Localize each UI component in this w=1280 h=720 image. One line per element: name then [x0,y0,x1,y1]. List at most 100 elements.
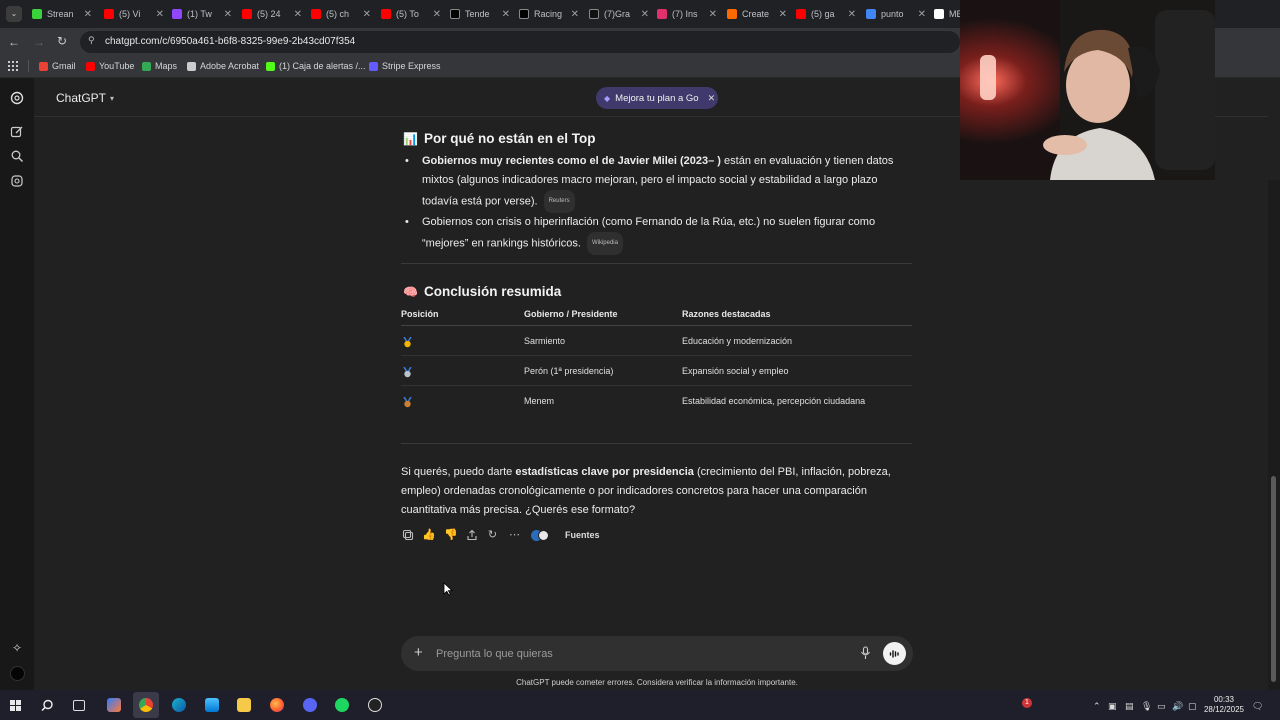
notifications-icon[interactable]: 🗨 [1252,701,1263,712]
close-tab-icon[interactable]: ✕ [848,9,856,20]
browser-tab[interactable]: (5) 24 ✕ [242,5,302,23]
bookmark-favicon-icon [369,61,378,71]
apps-grid-icon[interactable] [8,61,18,71]
site-info-icon[interactable]: ⚲ [88,35,95,46]
section-heading-conclusion: 🧠 Conclusión resumida [403,284,561,299]
copilot-icon[interactable] [107,698,121,712]
avatar[interactable] [10,666,25,681]
upgrade-pill[interactable]: ◆ Mejora tu plan a Go ✕ [596,87,718,109]
close-tab-icon[interactable]: ✕ [641,9,649,20]
bookmark-item[interactable]: Gmail [39,61,76,71]
store-icon[interactable] [205,698,219,712]
search-icon[interactable] [10,149,24,163]
tab-favicon-icon [589,9,599,19]
regenerate-icon[interactable]: ↻ [486,529,499,542]
tab-label: (5) ga [811,9,835,19]
browser-tab[interactable]: Tende ✕ [450,5,510,23]
close-tab-icon[interactable]: ✕ [294,9,302,20]
tray-chevron-icon[interactable]: ⌃ [1093,701,1101,712]
browser-tab[interactable]: (7)Gra ✕ [589,5,649,23]
firefox-icon[interactable] [270,698,284,712]
tab-favicon-icon [519,9,529,19]
microphone-icon[interactable] [860,646,871,665]
thumbs-down-icon[interactable]: 👎 [444,529,458,542]
bookmark-item[interactable]: YouTube [86,61,134,71]
browser-tab[interactable]: (5) ga ✕ [796,5,856,23]
browser-tab[interactable]: punto ✕ [866,5,926,23]
spotify-icon[interactable] [335,698,349,712]
close-tab-icon[interactable]: ✕ [433,9,441,20]
task-view-icon[interactable] [73,700,85,711]
close-tab-icon[interactable]: ✕ [224,9,232,20]
browser-tab[interactable]: (5) Vi ✕ [104,5,164,23]
sources-button[interactable]: Fuentes [565,530,600,540]
new-chat-icon[interactable] [10,125,24,139]
tray-display-icon[interactable]: ▭ [1157,701,1166,712]
browser-tab[interactable]: (5) To ✕ [381,5,441,23]
app-title: ChatGPT [56,91,107,105]
file-explorer-icon[interactable] [237,698,251,712]
more-icon[interactable]: ⋯ [508,529,521,542]
scrollbar-thumb[interactable] [1271,476,1276,682]
bookmark-item[interactable]: (1) Caja de alertas /... [266,61,366,71]
tray-microphone-icon[interactable]: 🎙 [1141,701,1152,712]
tab-label: Strean [47,9,74,19]
close-tab-icon[interactable]: ✕ [779,9,787,20]
close-tab-icon[interactable]: ✕ [918,9,926,20]
edge-icon[interactable] [172,698,186,712]
openai-logo-icon[interactable] [10,91,24,105]
bookmark-item[interactable]: Stripe Express [369,61,441,71]
chrome-icon[interactable] [139,698,153,712]
tab-search-button[interactable]: ⌄ [6,6,22,22]
voice-mode-button[interactable] [883,642,906,665]
browser-tab[interactable]: (7) Ins ✕ [657,5,717,23]
obs-icon[interactable] [368,698,382,712]
tray-network-icon[interactable]: ▤ [1125,701,1134,712]
plus-icon[interactable]: + [414,644,423,662]
browser-tab[interactable]: (5) ch ✕ [311,5,371,23]
url-field[interactable]: ⚲ chatgpt.com/c/6950a461-b6f8-8325-99e9-… [80,31,960,53]
tab-favicon-icon [381,9,391,19]
search-icon[interactable] [41,699,54,717]
library-icon[interactable] [10,174,24,188]
chart-emoji-icon: 📊 [403,131,418,146]
close-tab-icon[interactable]: ✕ [502,9,510,20]
thumbs-up-icon[interactable]: 👍 [422,529,436,542]
citation-pill[interactable]: Reuters [543,190,575,213]
citation-pill[interactable]: Wikipedia [586,232,623,255]
closing-prefix: Si querés, puedo darte [401,466,516,478]
bookmark-item[interactable]: Adobe Acrobat [187,61,259,71]
reload-icon[interactable]: ↻ [57,34,67,48]
bullet-text: Gobiernos con crisis o hiperinflación (c… [422,216,876,250]
clock[interactable]: 00:33 28/12/2025 [1203,695,1245,715]
close-icon[interactable]: ✕ [708,93,716,104]
close-tab-icon[interactable]: ✕ [84,9,92,20]
windows-start-icon[interactable] [10,700,21,711]
tray-app-icon[interactable]: ▣ [1108,701,1117,712]
tab-label: (7)Gra [604,9,631,19]
sparkle-icon[interactable]: ✧ [10,641,24,655]
tray-monitor-icon[interactable]: ▢ [1188,701,1197,712]
browser-tab[interactable]: ME [934,5,960,23]
prompt-input[interactable] [436,644,836,663]
bookmark-favicon-icon [266,61,275,71]
close-tab-icon[interactable]: ✕ [571,9,579,20]
tab-label: (5) 24 [257,9,281,19]
discord-icon[interactable] [303,698,317,712]
copy-icon[interactable] [401,529,414,542]
close-tab-icon[interactable]: ✕ [709,9,717,20]
browser-tab[interactable]: (1) Tw ✕ [172,5,232,23]
share-icon[interactable] [465,529,478,542]
close-tab-icon[interactable]: ✕ [156,9,164,20]
browser-tab[interactable]: Racing ✕ [519,5,579,23]
model-selector[interactable]: ChatGPT ▾ [56,91,114,105]
url-text: chatgpt.com/c/6950a461-b6f8-8325-99e9-2b… [105,36,356,47]
bookmark-favicon-icon [187,61,196,71]
browser-tab[interactable]: Strean ✕ [32,5,92,23]
back-icon[interactable]: ← [8,35,20,49]
close-tab-icon[interactable]: ✕ [363,9,371,20]
browser-tab[interactable]: Create ✕ [727,5,787,23]
bookmark-item[interactable]: Maps [142,61,177,71]
forward-icon[interactable]: → [33,35,45,49]
tray-volume-icon[interactable]: 🔊 [1172,701,1183,712]
